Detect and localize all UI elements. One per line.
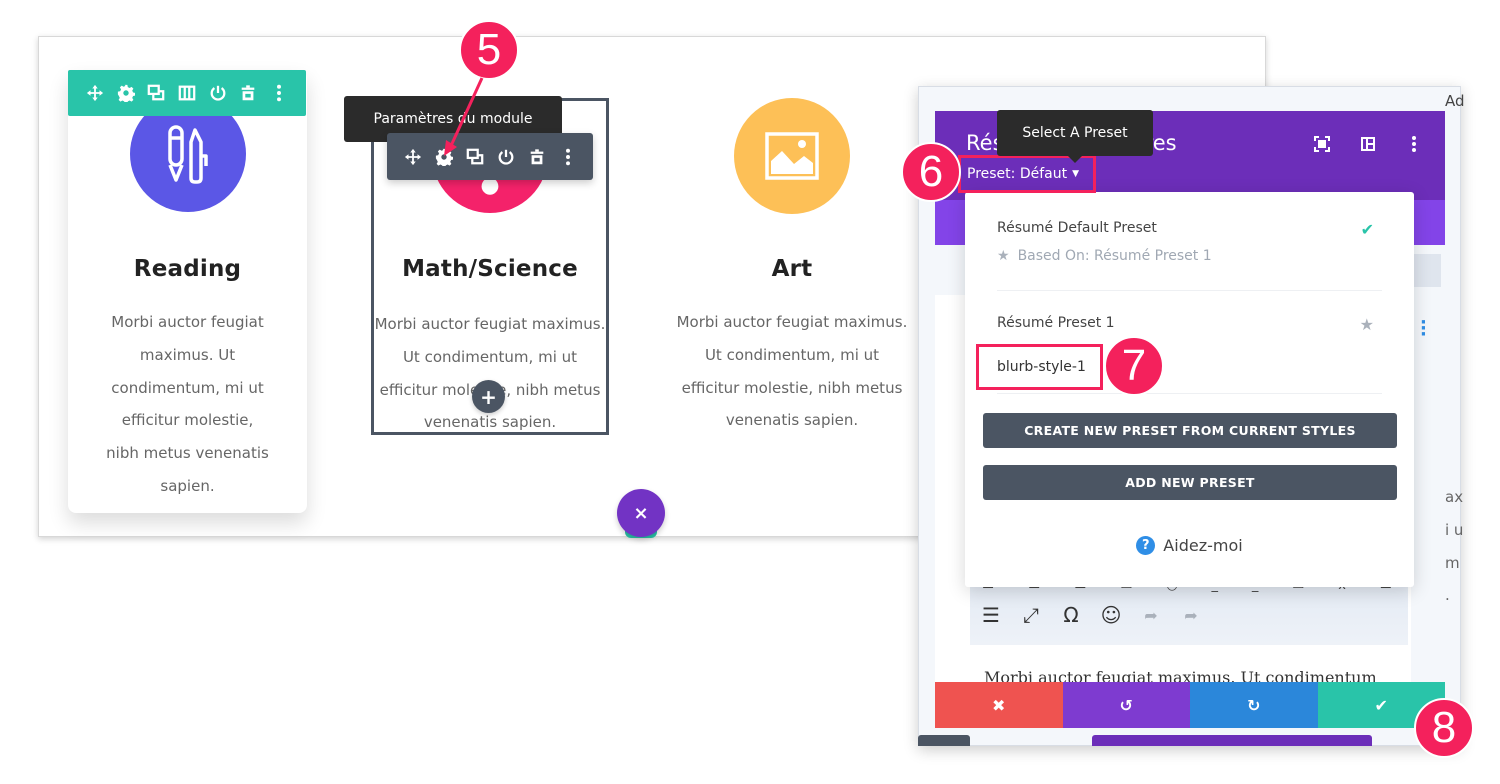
preset-class-name: blurb-style-1 xyxy=(976,344,1103,390)
more-icon[interactable]: · · · xyxy=(1420,314,1427,344)
blurb-line: condimentum, mi ut xyxy=(111,378,264,397)
step-badge-6: 6 xyxy=(901,142,961,202)
blurb-line: maximus. Ut xyxy=(139,345,236,364)
duplicate-icon[interactable] xyxy=(464,146,486,168)
duplicate-icon[interactable] xyxy=(145,82,167,104)
preset-item-1[interactable]: Résumé Preset 1 ★ xyxy=(997,315,1382,334)
blurb-title: Math/Science xyxy=(402,256,578,282)
trash-icon[interactable] xyxy=(526,146,548,168)
blurb-line: Morbi auctor feugiat maximus. xyxy=(374,315,606,333)
preset-tooltip: Select A Preset xyxy=(997,110,1153,163)
bottom-tab[interactable] xyxy=(918,735,970,746)
modal-header-icons xyxy=(1310,133,1426,155)
background-text: i u xyxy=(1445,521,1464,539)
more-icon[interactable] xyxy=(1402,133,1426,155)
help-label: Aidez-moi xyxy=(1163,536,1243,555)
add-module-button[interactable]: + xyxy=(472,380,505,413)
power-icon[interactable] xyxy=(495,146,517,168)
emoji-icon[interactable]: ☺ xyxy=(1100,602,1122,628)
star-icon[interactable]: ★ xyxy=(1360,315,1374,334)
blurb-art[interactable]: Art Morbi auctor feugiat maximus. Ut con… xyxy=(672,98,912,435)
bottom-bar[interactable] xyxy=(1092,735,1372,746)
undo-icon[interactable]: ➦ xyxy=(1140,602,1162,628)
fullscreen-icon[interactable] xyxy=(1310,133,1334,155)
blurb-body: Morbi auctor feugiat maximus. Ut condime… xyxy=(68,306,307,503)
undo-button[interactable]: ↺ xyxy=(1062,682,1190,728)
redo-button[interactable]: ↻ xyxy=(1190,682,1318,728)
help-icon: ? xyxy=(1136,536,1156,555)
image-icon xyxy=(765,132,819,180)
background-text: . xyxy=(1445,586,1450,604)
divider xyxy=(997,290,1382,291)
blurb-line: nibh metus venenatis xyxy=(106,444,269,463)
module-toolbar xyxy=(387,133,593,180)
blurb-line: Ut condimentum, mi ut xyxy=(704,345,880,364)
trash-icon[interactable] xyxy=(237,82,259,104)
blurb-title: Reading xyxy=(133,256,242,282)
redo-icon[interactable]: ➦ xyxy=(1180,602,1202,628)
background-text: ax xyxy=(1445,488,1464,506)
close-section-button[interactable]: × xyxy=(617,489,665,537)
gear-icon[interactable] xyxy=(433,146,455,168)
create-preset-button[interactable]: CREATE NEW PRESET FROM CURRENT STYLES xyxy=(983,413,1397,448)
blurb-line: efficitur molestie, xyxy=(121,411,254,430)
move-icon[interactable] xyxy=(84,82,106,104)
preset-based-on-text: Based On: Résumé Preset 1 xyxy=(1017,248,1212,264)
blurb-line: Morbi auctor feugiat xyxy=(111,313,264,331)
blurb-body: Morbi auctor feugiat maximus. Ut condime… xyxy=(672,306,912,437)
sidebar-layout-icon[interactable] xyxy=(1356,133,1380,155)
step-badge-8: 8 xyxy=(1414,698,1474,758)
power-icon[interactable] xyxy=(207,82,229,104)
blurb-title: Art xyxy=(771,256,813,282)
fullscreen-icon[interactable]: ⤢ xyxy=(1020,602,1042,628)
preset-selector-label: Preset: Défaut xyxy=(967,166,1068,182)
blurb-line: Morbi auctor feugiat maximus. xyxy=(676,313,908,331)
star-icon: ★ xyxy=(997,248,1010,264)
blurb-line: sapien. xyxy=(160,476,215,495)
background-text: Ad xyxy=(1445,92,1465,110)
blurb-icon-circle xyxy=(734,98,850,214)
preset-name: Résumé Preset 1 xyxy=(997,315,1115,331)
modal-action-bar: ✖ ↺ ↻ ✔ xyxy=(935,682,1445,728)
blurb-line: efficitur molestie, nibh metus xyxy=(681,378,903,397)
preset-based-on: ★ Based On: Résumé Preset 1 xyxy=(997,248,1382,264)
preset-item-default[interactable]: Résumé Default Preset ★ Based On: Résumé… xyxy=(997,220,1382,264)
blurb-body: Morbi auctor feugiat maximus. Ut condime… xyxy=(371,308,609,439)
omega-icon[interactable]: Ω xyxy=(1060,602,1082,628)
blurb-line: Ut condimentum, mi ut xyxy=(402,347,578,366)
blurb-line: venenatis sapien. xyxy=(725,411,859,430)
step-badge-5: 5 xyxy=(459,20,519,80)
background-text: m xyxy=(1445,554,1460,572)
row-toolbar xyxy=(68,70,306,116)
more-icon[interactable] xyxy=(268,82,290,104)
move-icon[interactable] xyxy=(402,146,424,168)
more-icon[interactable] xyxy=(557,146,579,168)
pencil-pen-icon xyxy=(168,125,208,184)
caret-down-icon: ▼ xyxy=(1072,169,1080,179)
preset-dropdown: Résumé Default Preset ★ Based On: Résumé… xyxy=(965,192,1414,587)
add-preset-button[interactable]: ADD NEW PRESET xyxy=(983,465,1397,500)
gear-icon[interactable] xyxy=(115,82,137,104)
preset-name: Résumé Default Preset xyxy=(997,220,1157,236)
divider xyxy=(997,393,1382,394)
editor-toolbar-row2: ☰ ⤢ Ω ☺ ➦ ➦ xyxy=(980,602,1202,628)
discard-button[interactable]: ✖ xyxy=(935,682,1063,728)
help-link[interactable]: ? Aidez-moi xyxy=(965,536,1414,555)
check-icon: ✔ xyxy=(1360,220,1374,239)
blurb-reading[interactable]: Reading Morbi auctor feugiat maximus. Ut… xyxy=(68,70,307,513)
step-badge-7: 7 xyxy=(1104,336,1164,396)
columns-icon[interactable] xyxy=(176,82,198,104)
indent-icon[interactable]: ☰ xyxy=(980,602,1002,628)
